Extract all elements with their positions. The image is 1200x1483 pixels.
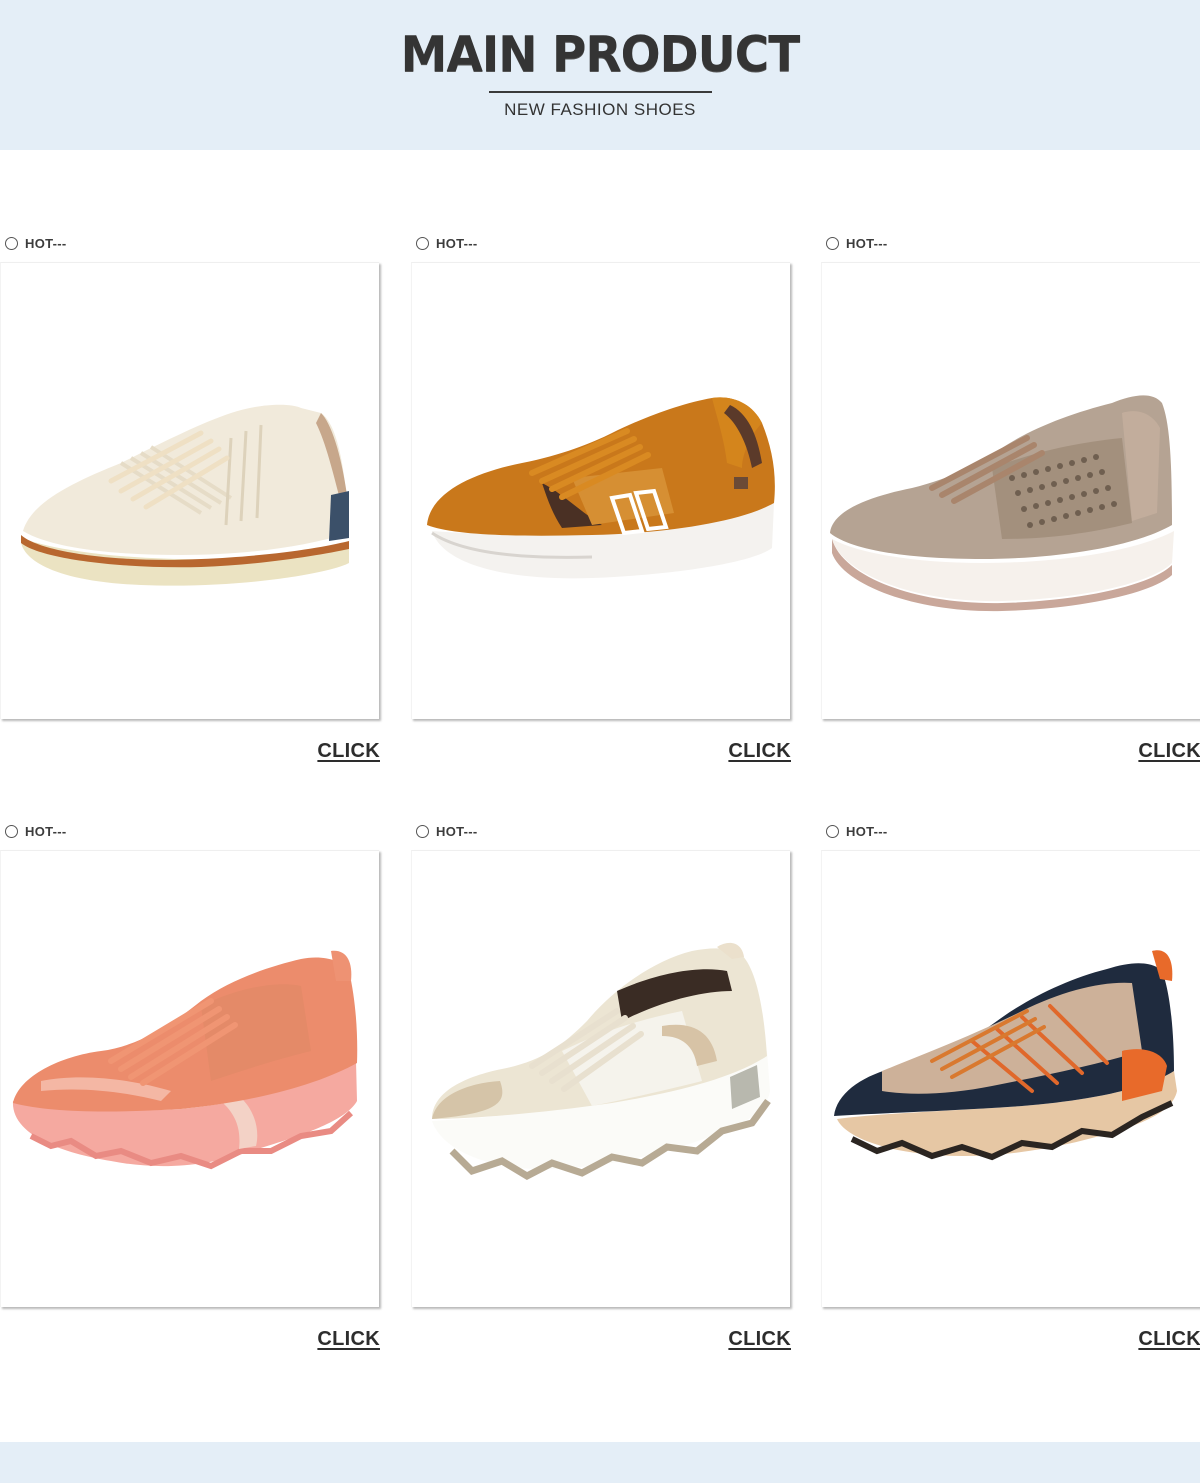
product-image[interactable] — [821, 850, 1200, 1307]
product-image[interactable] — [821, 262, 1200, 719]
tan-suede-running-shoe-icon — [427, 397, 775, 579]
navy-orange-trail-shoe-icon — [834, 950, 1177, 1161]
coral-chunky-sneaker-icon — [12, 950, 358, 1170]
page-subtitle: NEW FASHION SHOES — [504, 100, 696, 119]
hot-badge: HOT--- — [5, 822, 67, 840]
hot-badge: HOT--- — [826, 822, 888, 840]
hot-badge: HOT--- — [826, 234, 888, 252]
hot-badge-label: HOT--- — [436, 823, 478, 839]
circle-icon — [416, 824, 429, 838]
product-card: HOT--- CLICK — [411, 234, 791, 794]
circle-icon — [416, 236, 429, 250]
hot-badge-label: HOT--- — [846, 823, 888, 839]
page-title: MAIN PRODUCT — [400, 25, 801, 84]
product-image[interactable] — [0, 850, 379, 1307]
product-image[interactable] — [0, 262, 379, 719]
product-card: HOT--- CLICK — [411, 822, 791, 1382]
hot-badge: HOT--- — [416, 822, 478, 840]
white-leather-sneaker-icon — [20, 404, 349, 586]
click-link[interactable]: CLICK — [1138, 1328, 1200, 1351]
click-link[interactable]: CLICK — [728, 1328, 791, 1351]
title-divider — [489, 91, 712, 93]
product-card: HOT--- CLICK — [0, 822, 380, 1382]
circle-icon — [5, 236, 18, 250]
footer-band — [0, 1442, 1200, 1483]
click-link[interactable]: CLICK — [317, 1328, 380, 1351]
product-card: HOT--- CLICK — [821, 822, 1200, 1382]
beige-chunky-sneaker-icon — [432, 942, 771, 1181]
product-image[interactable] — [411, 850, 790, 1307]
hot-badge-label: HOT--- — [846, 235, 888, 251]
metallic-perforated-sneaker-icon — [830, 395, 1174, 612]
hot-badge-label: HOT--- — [25, 235, 67, 251]
click-link[interactable]: CLICK — [1138, 740, 1200, 763]
hot-badge-label: HOT--- — [436, 235, 478, 251]
circle-icon — [826, 824, 839, 838]
product-image[interactable] — [411, 262, 790, 719]
click-link[interactable]: CLICK — [728, 740, 791, 763]
click-link[interactable]: CLICK — [317, 740, 380, 763]
circle-icon — [826, 236, 839, 250]
circle-icon — [5, 824, 18, 838]
product-card: HOT--- CLICK — [0, 234, 380, 794]
product-card: HOT--- CLICK — [821, 234, 1200, 794]
hot-badge: HOT--- — [5, 234, 67, 252]
hot-badge-label: HOT--- — [25, 823, 67, 839]
hot-badge: HOT--- — [416, 234, 478, 252]
